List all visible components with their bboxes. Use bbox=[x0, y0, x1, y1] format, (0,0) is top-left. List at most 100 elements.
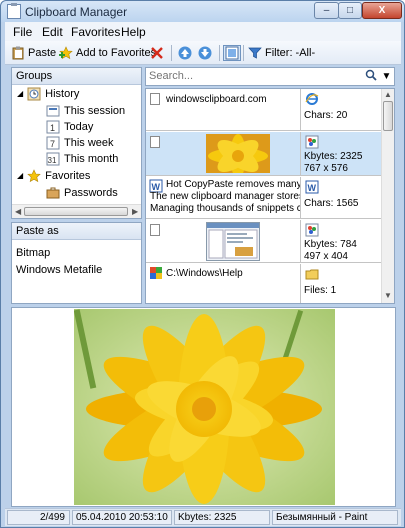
tree-this-month[interactable]: 31 This month bbox=[46, 151, 118, 166]
clip-info: Files: 1 bbox=[302, 264, 382, 303]
clip-content bbox=[146, 132, 301, 175]
tree-today[interactable]: 1 Today bbox=[46, 119, 93, 134]
menu-edit[interactable]: Edit bbox=[42, 25, 63, 39]
scrollbar-thumb[interactable] bbox=[24, 207, 128, 216]
scroll-left-icon[interactable]: ◀ bbox=[15, 207, 21, 216]
clip-item[interactable]: W Hot CopyPaste removes many ann The new… bbox=[146, 177, 382, 219]
svg-text:7: 7 bbox=[50, 139, 55, 149]
menu-file[interactable]: File bbox=[13, 25, 32, 39]
title-bar[interactable]: Clipboard Manager – □ X bbox=[1, 1, 404, 22]
groups-header: Groups bbox=[12, 68, 141, 85]
menu-bar: File Edit Favorites Help bbox=[5, 22, 401, 41]
svg-text:W: W bbox=[308, 183, 317, 193]
svg-text:1: 1 bbox=[50, 123, 55, 133]
session-icon bbox=[46, 104, 60, 118]
groups-horizontal-scrollbar[interactable]: ◀ ▶ bbox=[12, 204, 141, 218]
search-input[interactable] bbox=[146, 68, 346, 84]
arrow-up-icon bbox=[178, 46, 192, 60]
search-icon[interactable] bbox=[363, 69, 378, 84]
tree-collapse-icon[interactable]: ◢ bbox=[17, 171, 23, 180]
clip-info-line: 497 x 404 bbox=[304, 251, 348, 262]
clip-list-vertical-scrollbar[interactable]: ▲ ▼ bbox=[381, 89, 394, 303]
tree-history[interactable]: ◢ History bbox=[17, 86, 79, 101]
tree-label: Favorites bbox=[45, 169, 91, 182]
windows-explorer-icon bbox=[149, 266, 163, 280]
calendar-31-icon: 31 bbox=[46, 152, 60, 166]
calendar-7-icon: 7 bbox=[46, 136, 60, 150]
move-up-button[interactable] bbox=[178, 45, 192, 61]
clip-info-line: Chars: 20 bbox=[304, 110, 348, 121]
clip-item[interactable]: Kbytes: 784 497 x 404 bbox=[146, 220, 382, 263]
menu-help[interactable]: Help bbox=[121, 25, 146, 39]
paste-format-item[interactable]: Windows Metafile bbox=[16, 264, 102, 276]
minimize-button[interactable]: – bbox=[314, 2, 339, 19]
chevron-down-icon[interactable]: ▼ bbox=[379, 69, 394, 84]
toolbar-separator bbox=[219, 45, 220, 61]
clip-thumbnail bbox=[206, 134, 270, 173]
tree-label: This session bbox=[64, 104, 126, 117]
clip-text-line: Managing thousands of snippets c bbox=[150, 203, 301, 214]
tree-label: Passwords bbox=[64, 186, 118, 199]
search-box: ▼ bbox=[145, 67, 395, 86]
clip-content: W Hot CopyPaste removes many ann The new… bbox=[146, 177, 301, 218]
tree-this-week[interactable]: 7 This week bbox=[46, 135, 114, 150]
window-title: Clipboard Manager bbox=[25, 5, 128, 19]
clip-content: C:\Windows\Help bbox=[146, 264, 301, 303]
status-size: Kbytes: 2325 bbox=[174, 510, 270, 525]
clipboard-icon bbox=[11, 46, 25, 60]
scrollbar-thumb[interactable] bbox=[383, 101, 393, 131]
folder-icon bbox=[305, 267, 319, 281]
paint-icon bbox=[305, 223, 319, 237]
delete-x-icon bbox=[150, 46, 164, 60]
clip-item-selected[interactable]: Kbytes: 2325 767 x 576 bbox=[146, 132, 382, 176]
clip-info: Chars: 20 bbox=[302, 89, 382, 130]
paste-as-panel: Paste as Bitmap Windows Metafile bbox=[11, 222, 142, 304]
close-button[interactable]: X bbox=[362, 2, 402, 19]
scroll-right-icon[interactable]: ▶ bbox=[132, 207, 138, 216]
status-position: 2/499 bbox=[7, 510, 70, 525]
paint-icon bbox=[305, 135, 319, 149]
clip-content: windowsclipboard.com bbox=[146, 89, 301, 130]
status-source-app: Безымянный - Paint bbox=[272, 510, 398, 525]
word-icon: W bbox=[305, 180, 319, 194]
clip-thumbnail bbox=[206, 222, 260, 261]
clip-item[interactable]: windowsclipboard.com Chars: 20 bbox=[146, 89, 382, 131]
svg-text:31: 31 bbox=[48, 156, 57, 165]
ie-icon bbox=[305, 92, 319, 106]
menu-favorites[interactable]: Favorites bbox=[71, 25, 120, 39]
delete-button[interactable] bbox=[150, 45, 164, 61]
paste-format-item[interactable]: Bitmap bbox=[16, 247, 50, 259]
view-mode-button[interactable] bbox=[223, 45, 241, 61]
tree-passwords[interactable]: Passwords bbox=[46, 185, 118, 200]
paste-button[interactable]: Paste bbox=[11, 45, 56, 61]
toolbar-separator bbox=[171, 45, 172, 61]
tree-collapse-icon[interactable]: ◢ bbox=[17, 89, 23, 98]
star-icon bbox=[27, 168, 41, 183]
clipboard-icon bbox=[7, 3, 21, 19]
tree-favorites[interactable]: ◢ Favorites bbox=[17, 168, 90, 183]
scroll-down-icon[interactable]: ▼ bbox=[384, 291, 392, 300]
clip-content bbox=[146, 220, 301, 262]
view-toggle-icon bbox=[225, 46, 239, 60]
document-icon bbox=[150, 224, 160, 236]
document-icon bbox=[150, 93, 160, 105]
star-plus-icon bbox=[59, 46, 73, 60]
move-down-button[interactable] bbox=[198, 45, 212, 61]
scroll-up-icon[interactable]: ▲ bbox=[384, 90, 392, 99]
clip-info: Kbytes: 784 497 x 404 bbox=[302, 220, 382, 262]
filter-dropdown[interactable]: Filter: -All- bbox=[248, 45, 315, 61]
clip-text-line: Hot CopyPaste removes many ann bbox=[166, 179, 301, 190]
maximize-button[interactable]: □ bbox=[338, 2, 362, 19]
clip-item[interactable]: C:\Windows\Help Files: 1 bbox=[146, 264, 382, 303]
clip-info-line: Kbytes: 784 bbox=[304, 239, 357, 250]
add-to-favorites-button[interactable]: Add to Favorites bbox=[59, 45, 156, 61]
clip-text: C:\Windows\Help bbox=[166, 268, 243, 279]
tree-label: This month bbox=[64, 152, 119, 165]
tree-this-session[interactable]: This session bbox=[46, 103, 125, 118]
groups-panel: Groups ◢ History This session 1 Today 7 … bbox=[11, 67, 142, 219]
clip-info: Kbytes: 2325 767 x 576 bbox=[302, 132, 382, 175]
clip-info-line: 767 x 576 bbox=[304, 163, 348, 174]
calendar-1-icon: 1 bbox=[46, 120, 60, 134]
paste-label: Paste bbox=[28, 47, 57, 59]
tree-label: Today bbox=[64, 120, 94, 133]
